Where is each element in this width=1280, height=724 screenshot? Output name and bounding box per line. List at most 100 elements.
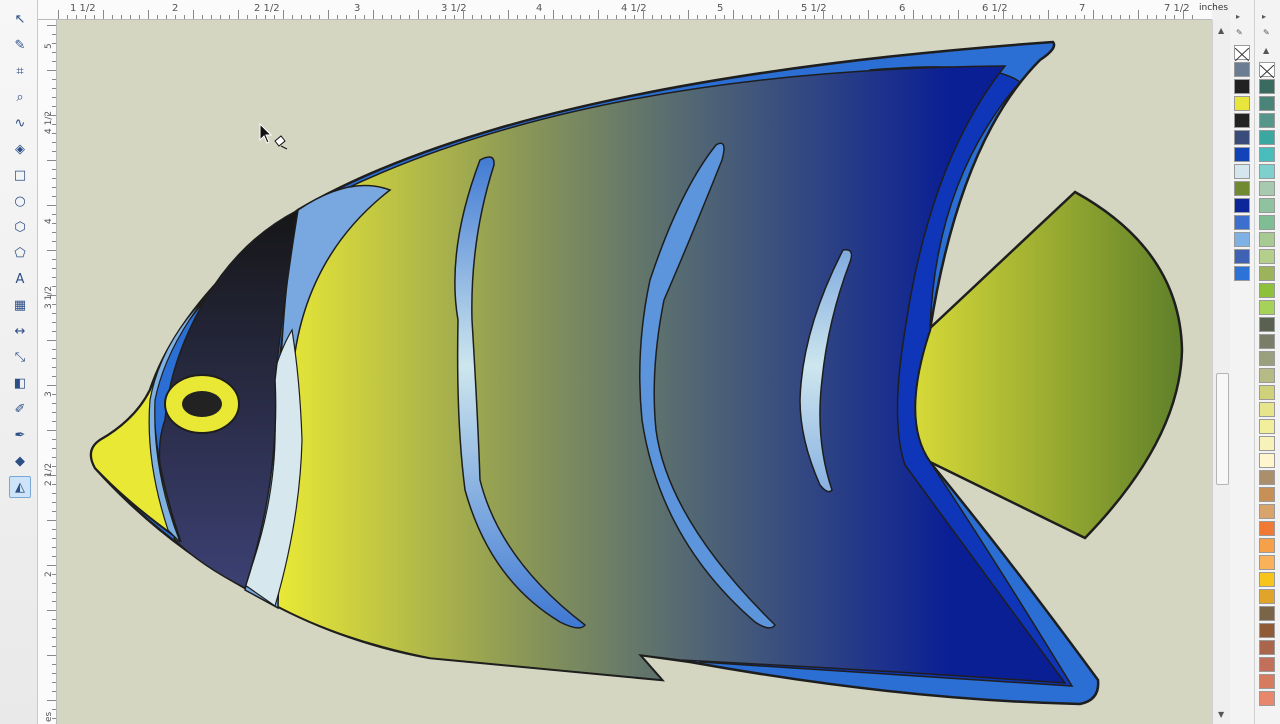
color-swatch[interactable] <box>1259 572 1275 587</box>
color-swatch[interactable] <box>1259 402 1275 417</box>
color-swatch[interactable] <box>1259 674 1275 689</box>
angelfish-illustration[interactable] <box>57 20 1212 724</box>
color-swatch[interactable] <box>1234 215 1250 230</box>
ruler-tick <box>787 15 788 19</box>
ruler-tick <box>895 15 896 19</box>
pick-tool-icon[interactable]: ↖ <box>9 8 31 30</box>
color-swatch[interactable] <box>1259 351 1275 366</box>
color-swatch[interactable] <box>1234 164 1250 179</box>
color-swatch[interactable] <box>1234 198 1250 213</box>
ellipse-tool-icon[interactable]: ○ <box>9 190 31 212</box>
rectangle-tool-icon[interactable]: □ <box>9 164 31 186</box>
text-tool-icon[interactable]: A <box>9 268 31 290</box>
color-swatch[interactable] <box>1234 130 1250 145</box>
ruler-tick <box>355 15 356 19</box>
color-swatch[interactable] <box>1259 334 1275 349</box>
color-swatch[interactable] <box>1234 266 1250 281</box>
vertical-ruler[interactable]: 54 1/2 4 3 1/2 3 2 1/2 2 es <box>38 20 57 724</box>
ruler-tick <box>52 97 56 98</box>
color-swatch[interactable] <box>1259 504 1275 519</box>
fill-tool-icon[interactable]: ◆ <box>9 450 31 472</box>
interactive-effects-icon[interactable]: ◧ <box>9 372 31 394</box>
color-swatch[interactable] <box>1259 419 1275 434</box>
scrollbar-thumb[interactable] <box>1216 373 1229 485</box>
vertical-scrollbar[interactable]: ▲ ▼ <box>1212 20 1230 724</box>
color-swatch[interactable] <box>1259 317 1275 332</box>
color-swatch[interactable] <box>1234 96 1250 111</box>
color-swatch[interactable] <box>1234 113 1250 128</box>
shape-tool-icon[interactable]: ✎ <box>9 34 31 56</box>
table-tool-icon[interactable]: ▦ <box>9 294 31 316</box>
ruler-tick <box>52 511 56 512</box>
color-swatch[interactable] <box>1234 79 1250 94</box>
ruler-tick <box>52 241 56 242</box>
no-color-swatch[interactable] <box>1234 45 1250 62</box>
color-swatch[interactable] <box>1259 521 1275 536</box>
color-swatch[interactable] <box>1259 181 1275 196</box>
color-swatch[interactable] <box>1259 79 1275 94</box>
color-swatch[interactable] <box>1259 555 1275 570</box>
color-swatch[interactable] <box>1259 283 1275 298</box>
outline-tool-icon[interactable]: ✒ <box>9 424 31 446</box>
color-swatch[interactable] <box>1234 232 1250 247</box>
color-swatch[interactable] <box>1259 453 1275 468</box>
color-swatch[interactable] <box>1234 147 1250 162</box>
dimension-tool-icon[interactable]: ↔ <box>9 320 31 342</box>
color-swatch[interactable] <box>1259 538 1275 553</box>
color-swatch[interactable] <box>1259 300 1275 315</box>
color-swatch[interactable] <box>1234 62 1250 77</box>
mouse-pointer-icon <box>259 123 288 150</box>
color-swatch[interactable] <box>1259 266 1275 281</box>
color-swatch[interactable] <box>1259 385 1275 400</box>
interactive-fill-icon[interactable]: ◭ <box>9 476 31 498</box>
ruler-tick <box>52 628 56 629</box>
freehand-tool-icon[interactable]: ∿ <box>9 112 31 134</box>
color-swatch[interactable] <box>1259 198 1275 213</box>
ruler-tick <box>52 34 56 35</box>
horizontal-ruler[interactable]: inches 1 1/2 2 2 1/2 3 3 1/2 4 4 1/2 5 5 1/2 6 6 1… <box>38 0 1228 20</box>
ruler-tick <box>1174 15 1175 19</box>
color-swatch[interactable] <box>1259 147 1275 162</box>
eyedropper-icon[interactable]: ✎ <box>1263 28 1270 37</box>
drawing-canvas[interactable] <box>57 20 1212 724</box>
ruler-tick <box>598 10 599 19</box>
smart-fill-icon[interactable]: ◈ <box>9 138 31 160</box>
v-ruler-label: 5 <box>44 43 54 49</box>
ruler-tick <box>688 10 689 19</box>
color-swatch[interactable] <box>1234 181 1250 196</box>
color-swatch[interactable] <box>1259 657 1275 672</box>
connector-tool-icon[interactable]: ⤡ <box>9 346 31 368</box>
scroll-down-arrow-icon[interactable]: ▼ <box>1218 710 1224 719</box>
color-swatch[interactable] <box>1259 436 1275 451</box>
color-swatch[interactable] <box>1259 640 1275 655</box>
eyedropper-tool-icon[interactable]: ✐ <box>9 398 31 420</box>
basic-shapes-icon[interactable]: ⬠ <box>9 242 31 264</box>
color-swatch[interactable] <box>1259 368 1275 383</box>
color-swatch[interactable] <box>1259 96 1275 111</box>
no-color-swatch[interactable] <box>1259 62 1275 79</box>
color-swatch[interactable] <box>1259 470 1275 485</box>
color-swatch[interactable] <box>1259 164 1275 179</box>
h-ruler-label: 5 <box>717 3 724 14</box>
color-swatch[interactable] <box>1259 691 1275 706</box>
palette-flyout-icon[interactable]: ▸ <box>1262 12 1266 21</box>
palette-flyout-icon[interactable]: ▸ <box>1236 12 1240 21</box>
crop-tool-icon[interactable]: ⌗ <box>9 60 31 82</box>
palette-scroll-up-icon[interactable]: ▲ <box>1263 46 1269 55</box>
color-swatch[interactable] <box>1259 232 1275 247</box>
eyedropper-icon[interactable]: ✎ <box>1236 28 1243 37</box>
polygon-tool-icon[interactable]: ⬡ <box>9 216 31 238</box>
color-swatch[interactable] <box>1259 113 1275 128</box>
color-swatch[interactable] <box>1259 623 1275 638</box>
color-swatch[interactable] <box>1259 589 1275 604</box>
ruler-tick <box>47 430 56 431</box>
zoom-tool-icon[interactable]: ⌕ <box>9 86 31 108</box>
color-swatch[interactable] <box>1259 130 1275 145</box>
color-swatch[interactable] <box>1234 249 1250 264</box>
color-swatch[interactable] <box>1259 606 1275 621</box>
color-swatch[interactable] <box>1259 215 1275 230</box>
scroll-up-arrow-icon[interactable]: ▲ <box>1218 26 1224 35</box>
color-swatch[interactable] <box>1259 487 1275 502</box>
color-swatch[interactable] <box>1259 249 1275 264</box>
ruler-tick <box>409 15 410 19</box>
